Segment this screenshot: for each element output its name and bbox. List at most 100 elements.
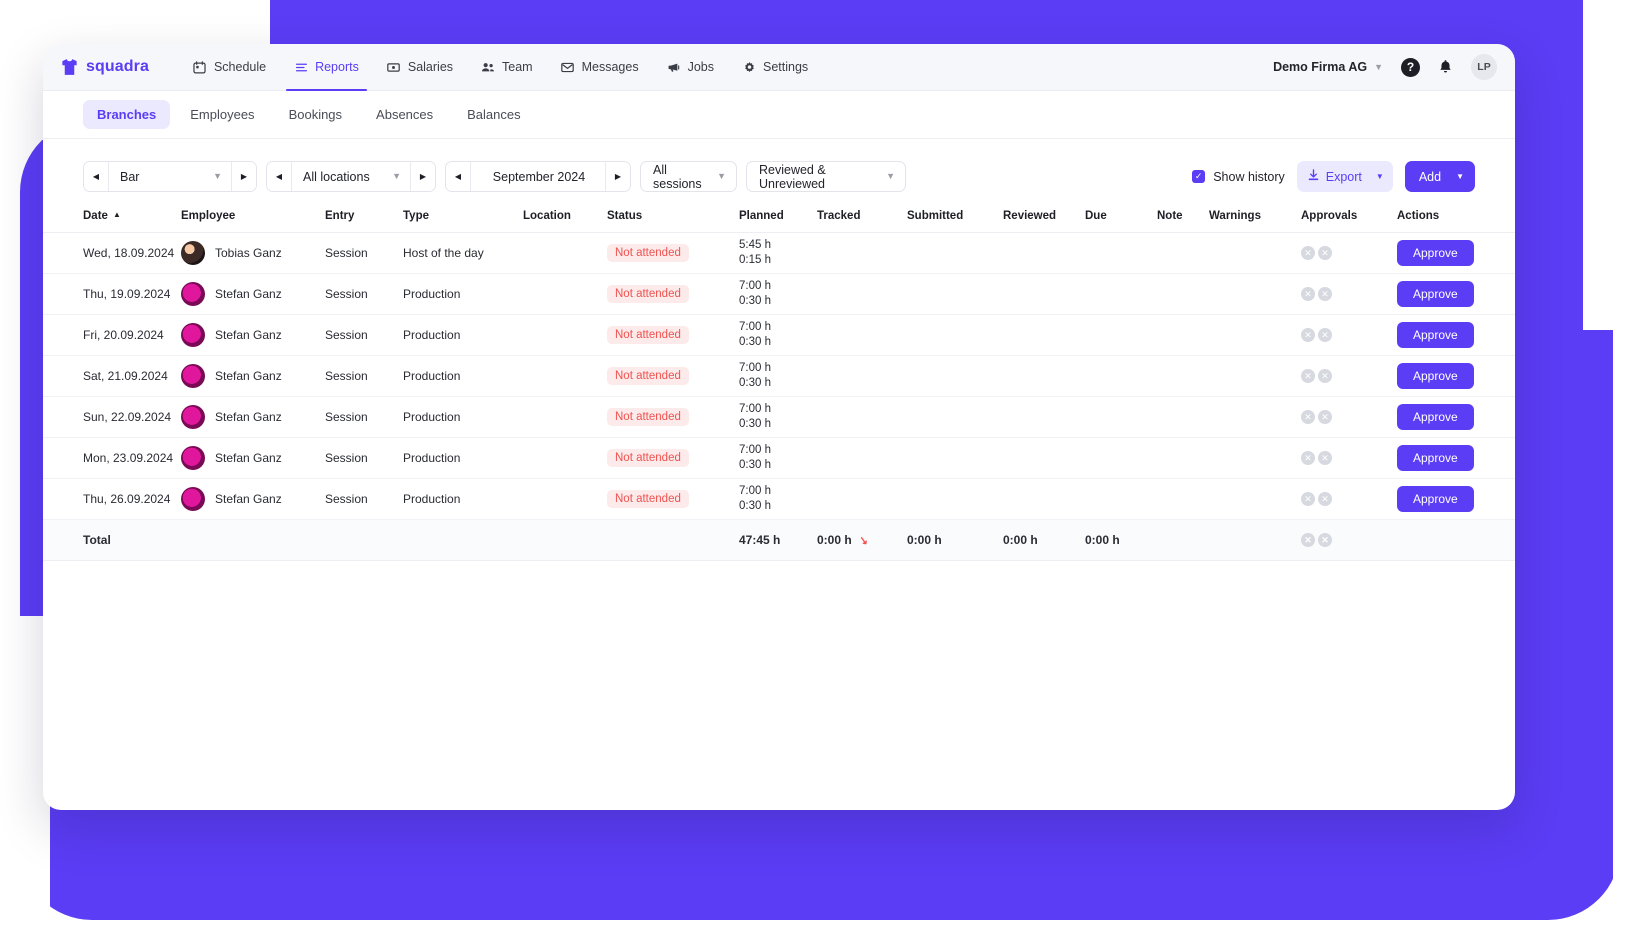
tab-branches[interactable]: Branches bbox=[83, 100, 171, 129]
status-badge: Not attended bbox=[607, 285, 689, 303]
approve-button[interactable]: Approve bbox=[1397, 281, 1474, 307]
cell-entry: Session bbox=[325, 273, 403, 315]
nav-item-reports[interactable]: Reports bbox=[280, 44, 373, 91]
approval-reject-icon[interactable]: ✕ bbox=[1318, 492, 1332, 506]
approval-reject-icon[interactable]: ✕ bbox=[1318, 328, 1332, 342]
approval-reject-icon[interactable]: ✕ bbox=[1318, 287, 1332, 301]
nav-item-team[interactable]: Team bbox=[467, 44, 547, 91]
total-approvals: ✕ ✕ bbox=[1301, 519, 1397, 561]
column-header-status[interactable]: Status bbox=[607, 204, 739, 233]
company-selector[interactable]: Demo Firma AG ▼ bbox=[1273, 60, 1383, 74]
column-header-actions[interactable]: Actions bbox=[1397, 204, 1515, 233]
approval-reject-icon[interactable]: ✕ bbox=[1301, 369, 1315, 383]
column-header-tracked[interactable]: Tracked bbox=[817, 204, 907, 233]
table-row[interactable]: Fri, 20.09.2024 Stefan Ganz Session Product… bbox=[43, 314, 1515, 356]
add-button[interactable]: Add ▼ bbox=[1404, 161, 1475, 192]
column-header-note[interactable]: Note bbox=[1157, 204, 1209, 233]
table-row[interactable]: Thu, 26.09.2024 Stefan Ganz Session Product… bbox=[43, 478, 1515, 520]
bell-icon[interactable] bbox=[1438, 59, 1453, 75]
column-header-entry[interactable]: Entry bbox=[325, 204, 403, 233]
show-history-toggle[interactable]: ✓ Show history bbox=[1192, 170, 1285, 184]
table-row[interactable]: Mon, 23.09.2024 Stefan Ganz Session Product… bbox=[43, 437, 1515, 479]
column-header-submitted[interactable]: Submitted bbox=[907, 204, 1003, 233]
branch-next-button[interactable]: ▶ bbox=[231, 162, 256, 191]
planned-secondary: 0:30 h bbox=[739, 500, 771, 512]
cell-tracked bbox=[817, 437, 907, 479]
cell-approvals: ✕ ✕ bbox=[1301, 396, 1397, 438]
month-next-button[interactable]: ▶ bbox=[605, 162, 630, 191]
column-header-location[interactable]: Location bbox=[523, 204, 607, 233]
month-prev-button[interactable]: ◀ bbox=[446, 162, 471, 191]
location-select[interactable]: All locations ▼ bbox=[292, 162, 410, 191]
cell-location bbox=[523, 355, 607, 397]
checkbox-icon[interactable]: ✓ bbox=[1192, 170, 1206, 183]
tab-employees[interactable]: Employees bbox=[176, 100, 268, 129]
column-header-due[interactable]: Due bbox=[1085, 204, 1157, 233]
approval-reject-icon[interactable]: ✕ bbox=[1318, 246, 1332, 260]
sessions-select[interactable]: All sessions ▼ bbox=[640, 161, 737, 192]
location-select-value: All locations bbox=[303, 169, 370, 184]
approve-button[interactable]: Approve bbox=[1397, 363, 1474, 389]
employee-name: Stefan Ganz bbox=[215, 369, 282, 383]
column-header-date[interactable]: Date ▲ bbox=[43, 204, 181, 233]
add-dropdown-caret[interactable]: ▼ bbox=[1453, 172, 1475, 181]
branch-select[interactable]: Bar ▼ bbox=[109, 162, 231, 191]
cell-location bbox=[523, 478, 607, 520]
approval-reject-icon[interactable]: ✕ bbox=[1318, 410, 1332, 424]
help-icon[interactable]: ? bbox=[1401, 57, 1420, 77]
column-header-reviewed[interactable]: Reviewed bbox=[1003, 204, 1085, 233]
column-header-type[interactable]: Type bbox=[403, 204, 523, 233]
approval-reject-icon[interactable]: ✕ bbox=[1318, 451, 1332, 465]
tab-bookings[interactable]: Bookings bbox=[275, 100, 356, 129]
approval-reject-icon[interactable]: ✕ bbox=[1318, 533, 1332, 547]
approve-button[interactable]: Approve bbox=[1397, 445, 1474, 471]
nav-item-salaries[interactable]: Salaries bbox=[373, 44, 467, 91]
employee-avatar bbox=[181, 282, 205, 306]
column-header-planned[interactable]: Planned bbox=[739, 204, 817, 233]
approve-button[interactable]: Approve bbox=[1397, 486, 1474, 512]
approval-reject-icon[interactable]: ✕ bbox=[1301, 533, 1315, 547]
cell-due bbox=[1085, 355, 1157, 397]
location-prev-button[interactable]: ◀ bbox=[267, 162, 292, 191]
tab-absences[interactable]: Absences bbox=[362, 100, 447, 129]
approve-button[interactable]: Approve bbox=[1397, 404, 1474, 430]
review-status-select[interactable]: Reviewed & Unreviewed ▼ bbox=[746, 161, 906, 192]
table-row[interactable]: Wed, 18.09.2024 Tobias Ganz Session Host of… bbox=[43, 232, 1515, 274]
approval-reject-icon[interactable]: ✕ bbox=[1301, 287, 1315, 301]
nav-item-messages[interactable]: Messages bbox=[547, 44, 653, 91]
column-header-approvals[interactable]: Approvals bbox=[1301, 204, 1397, 233]
chevron-down-icon: ▼ bbox=[213, 171, 222, 181]
cell-employee: Stefan Ganz bbox=[181, 355, 325, 397]
column-header-warnings[interactable]: Warnings bbox=[1209, 204, 1301, 233]
export-dropdown-caret[interactable]: ▼ bbox=[1373, 172, 1393, 181]
approval-reject-icon[interactable]: ✕ bbox=[1301, 246, 1315, 260]
table-row[interactable]: Sun, 22.09.2024 Stefan Ganz Session Product… bbox=[43, 396, 1515, 438]
table-row[interactable]: Sat, 21.09.2024 Stefan Ganz Session Product… bbox=[43, 355, 1515, 397]
employee-avatar bbox=[181, 241, 205, 265]
approve-button[interactable]: Approve bbox=[1397, 240, 1474, 266]
table-row[interactable]: Thu, 19.09.2024 Stefan Ganz Session Product… bbox=[43, 273, 1515, 315]
cell-actions: Approve bbox=[1397, 273, 1515, 315]
approval-reject-icon[interactable]: ✕ bbox=[1318, 369, 1332, 383]
status-badge: Not attended bbox=[607, 367, 689, 385]
cell-submitted bbox=[907, 355, 1003, 397]
approval-reject-icon[interactable]: ✕ bbox=[1301, 328, 1315, 342]
cell-type: Production bbox=[403, 437, 523, 479]
month-select[interactable]: September 2024 bbox=[471, 162, 605, 191]
app-window: squadra Schedule Reports Salaries Team M… bbox=[43, 44, 1515, 810]
cell-actions: Approve bbox=[1397, 478, 1515, 520]
approval-reject-icon[interactable]: ✕ bbox=[1301, 410, 1315, 424]
column-header-employee[interactable]: Employee bbox=[181, 204, 325, 233]
approval-reject-icon[interactable]: ✕ bbox=[1301, 492, 1315, 506]
nav-item-schedule[interactable]: Schedule bbox=[179, 44, 280, 91]
brand-logo[interactable]: squadra bbox=[55, 58, 149, 76]
branch-prev-button[interactable]: ◀ bbox=[84, 162, 109, 191]
approve-button[interactable]: Approve bbox=[1397, 322, 1474, 348]
nav-item-jobs[interactable]: Jobs bbox=[653, 44, 728, 91]
approval-reject-icon[interactable]: ✕ bbox=[1301, 451, 1315, 465]
nav-item-settings[interactable]: Settings bbox=[728, 44, 822, 91]
location-next-button[interactable]: ▶ bbox=[410, 162, 435, 191]
avatar[interactable]: LP bbox=[1471, 54, 1497, 80]
tab-balances[interactable]: Balances bbox=[453, 100, 534, 129]
export-button[interactable]: Export ▼ bbox=[1296, 161, 1393, 192]
